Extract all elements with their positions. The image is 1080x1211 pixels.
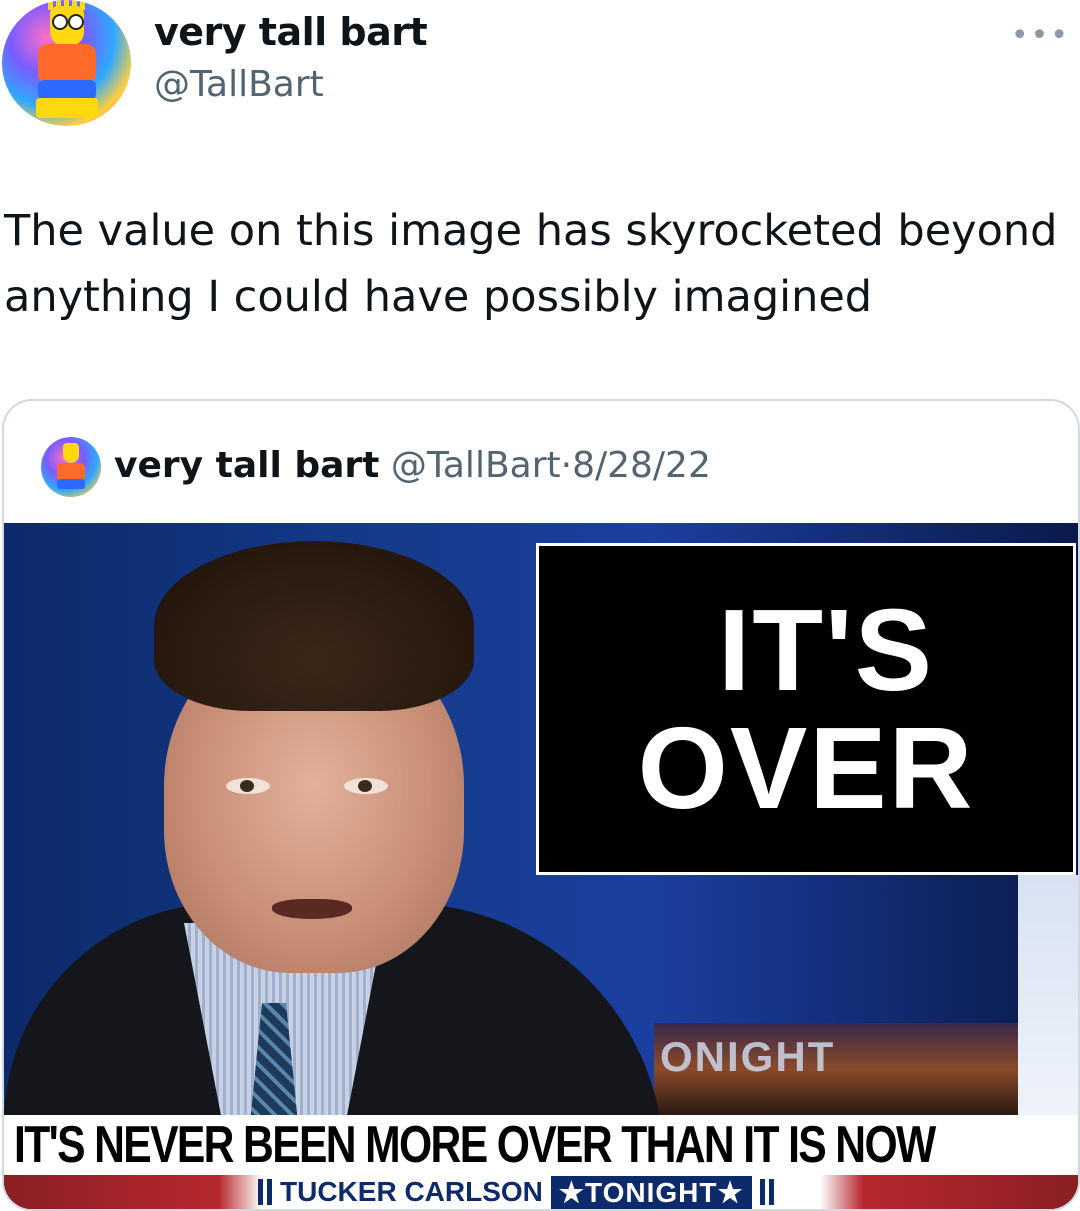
show-name-text: TUCKER CARLSON bbox=[280, 1176, 543, 1207]
graphic-box: IT'S OVER bbox=[536, 543, 1076, 875]
quoted-tweet-card[interactable]: very tall bart @TallBart·8/28/22 ONIGHT … bbox=[2, 399, 1080, 1211]
bars-icon bbox=[759, 1179, 774, 1205]
avatar-shorts bbox=[57, 479, 85, 489]
quoted-author-name[interactable]: very tall bart bbox=[114, 445, 379, 486]
avatar-head bbox=[63, 443, 79, 463]
bars-icon bbox=[258, 1179, 272, 1205]
chyron-banner: IT'S NEVER BEEN MORE OVER THAN IT IS NOW bbox=[4, 1115, 1078, 1175]
quoted-tweet-header: very tall bart @TallBart·8/28/22 bbox=[114, 445, 711, 486]
tweet-text: The value on this image has skyrocketed … bbox=[4, 206, 1058, 322]
graphic-text-line1: IT'S bbox=[717, 585, 935, 715]
chyron-text: IT'S NEVER BEEN MORE OVER THAN IT IS NOW bbox=[14, 1116, 936, 1174]
show-logo: TUCKER CARLSON ★TONIGHT★ bbox=[258, 1175, 774, 1209]
quoted-author-avatar[interactable] bbox=[41, 437, 101, 497]
quoted-tweet-image[interactable]: ONIGHT IT'S OVER IT'S NEVER BEEN MORE OV… bbox=[4, 523, 1078, 1209]
avatar-eye-right bbox=[68, 14, 84, 30]
author-handle[interactable]: @TallBart bbox=[154, 64, 324, 105]
avatar-legs bbox=[36, 98, 98, 118]
person-mouth bbox=[272, 899, 352, 919]
more-options-icon[interactable]: ••• bbox=[1011, 18, 1070, 53]
quoted-author-handle[interactable]: @TallBart bbox=[391, 445, 561, 486]
person-eye-right bbox=[344, 778, 388, 794]
background-text: ONIGHT bbox=[660, 1033, 836, 1080]
show-tag: ★TONIGHT★ bbox=[550, 1175, 752, 1209]
show-bar: TUCKER CARLSON ★TONIGHT★ bbox=[4, 1175, 1078, 1209]
studio-panel bbox=[1018, 875, 1078, 1115]
graphic-text-line2: OVER bbox=[637, 703, 975, 833]
header-separator: · bbox=[560, 445, 573, 486]
avatar-shorts bbox=[38, 80, 96, 100]
avatar-eye-left bbox=[52, 14, 68, 30]
author-name[interactable]: very tall bart bbox=[154, 10, 428, 54]
avatar-shirt bbox=[38, 44, 96, 84]
quoted-tweet-date[interactable]: 8/28/22 bbox=[572, 445, 711, 486]
person-eye-left bbox=[226, 778, 270, 794]
person-hair bbox=[154, 541, 474, 711]
author-avatar[interactable] bbox=[2, 0, 131, 126]
